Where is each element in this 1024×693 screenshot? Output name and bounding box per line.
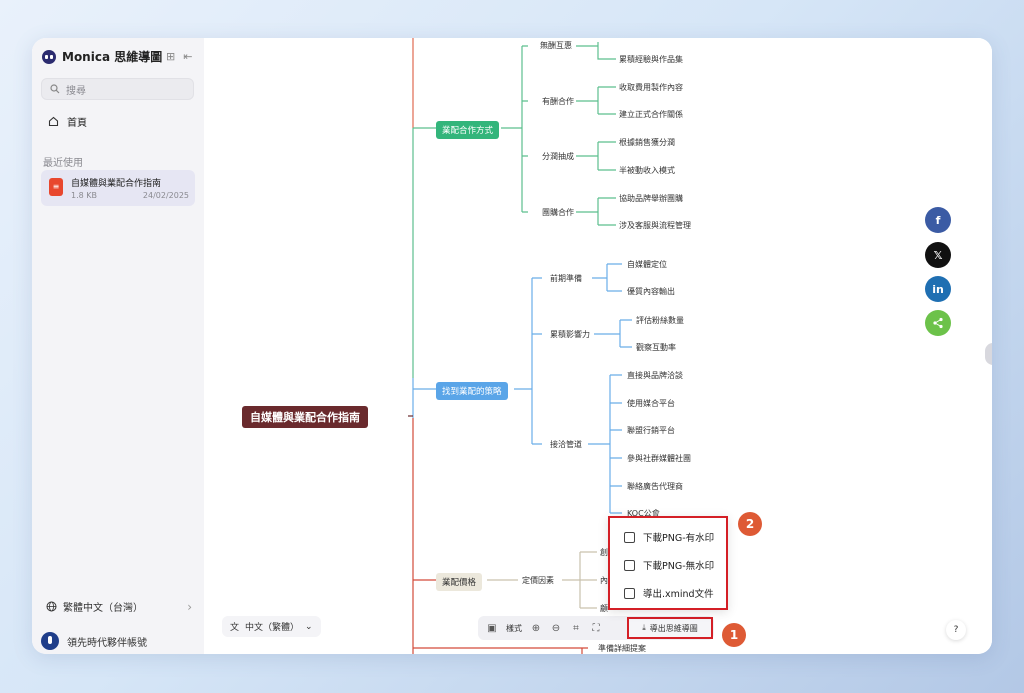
zoom-in-icon[interactable]: ⊕ (530, 622, 542, 634)
panel-handle[interactable] (985, 343, 992, 365)
annotation-badge-2: 2 (738, 512, 762, 536)
export-menu: 下載PNG-有水印 下載PNG-無水印 導出.xmind文件 (608, 516, 728, 610)
strategy-leaf-node[interactable]: 觀察互動率 (636, 342, 676, 353)
coop-leaf-node[interactable]: 根據銷售獲分潤 (619, 137, 675, 148)
strategy-sub-node[interactable]: 前期準備 (550, 273, 582, 284)
menu-item-label: 下載PNG-無水印 (643, 561, 715, 572)
price-leaf-node[interactable]: 創 (600, 547, 608, 558)
branch-coop-node[interactable]: 業配合作方式 (436, 121, 500, 139)
coop-sub-node[interactable]: 分潤抽成 (542, 151, 574, 162)
menu-item-label: 下載PNG-有水印 (643, 533, 715, 544)
mindmap-connectors (408, 38, 632, 654)
export-button-label: 導出思維導圖 (649, 623, 698, 633)
facebook-share-icon[interactable]: f (925, 207, 951, 233)
price-next-node[interactable]: 準備詳細提案 (598, 643, 646, 654)
coop-leaf-node[interactable]: 建立正式合作關係 (619, 109, 683, 120)
price-leaf-node[interactable]: 內 (600, 575, 608, 586)
fullscreen-icon[interactable]: ⛶ (590, 622, 602, 634)
image-icon (624, 559, 635, 571)
style-button[interactable]: 樣式 (506, 623, 522, 634)
share-nodes-icon (933, 317, 943, 329)
branch-price-node[interactable]: 業配價格 (436, 573, 483, 591)
export-mindmap-button[interactable]: ⤓ 導出思維導圖 (627, 617, 713, 639)
price-sub-node[interactable]: 定價因素 (522, 575, 554, 586)
strategy-leaf-node[interactable]: 自媒體定位 (627, 259, 667, 270)
branch-strategy-node[interactable]: 找到業配的策略 (436, 382, 508, 400)
menu-item-xmind[interactable]: 導出.xmind文件 (624, 586, 714, 600)
download-icon: ⤓ (642, 623, 646, 632)
mindmap-language-select[interactable]: 文 中文（繁體） ⌄ (222, 616, 321, 637)
chevron-down-icon: ⌄ (305, 621, 313, 632)
style-icon[interactable]: ▣ (486, 622, 498, 634)
strategy-leaf-node[interactable]: 參與社群媒體社團 (627, 453, 691, 464)
coop-sub-node[interactable]: 有酬合作 (542, 96, 574, 107)
fit-view-icon[interactable]: ⌗ (570, 622, 582, 634)
price-leaf-node[interactable]: 顧 (600, 603, 608, 614)
strategy-leaf-node[interactable]: 聯盟行銷平台 (627, 425, 675, 436)
image-icon (624, 531, 635, 543)
coop-leaf-node[interactable]: 累積經驗與作品集 (619, 54, 683, 65)
menu-item-png-watermark[interactable]: 下載PNG-有水印 (624, 530, 714, 544)
linkedin-share-icon[interactable]: in (925, 276, 951, 302)
strategy-leaf-node[interactable]: 直接與品牌洽談 (627, 370, 683, 381)
coop-sub-node[interactable]: 無酬互惠 (540, 40, 572, 51)
coop-leaf-node[interactable]: 收取費用製作內容 (619, 82, 683, 93)
mindmap-root-node[interactable]: 自媒體與業配合作指南 (242, 406, 368, 428)
menu-item-png-no-watermark[interactable]: 下載PNG-無水印 (624, 558, 714, 572)
coop-leaf-node[interactable]: 半被動收入模式 (619, 165, 675, 176)
x-share-icon[interactable]: 𝕏 (925, 242, 951, 268)
coop-sub-node[interactable]: 團購合作 (542, 207, 574, 218)
app-window: Monica 思維導圖 ⊞ ⇤ 搜尋 首頁 最近使用 ≡ 自媒體與業配合作指南 … (32, 38, 992, 654)
strategy-sub-node[interactable]: 接洽管道 (550, 439, 582, 450)
strategy-leaf-node[interactable]: 評估粉絲數量 (636, 315, 684, 326)
menu-item-label: 導出.xmind文件 (643, 589, 714, 600)
share-icon[interactable] (925, 310, 951, 336)
annotation-badge-1: 1 (722, 623, 746, 647)
translate-icon: 文 (230, 623, 240, 633)
strategy-sub-node[interactable]: 累積影響力 (550, 329, 590, 340)
zoom-out-icon[interactable]: ⊖ (550, 622, 562, 634)
strategy-leaf-node[interactable]: 使用媒合平台 (627, 398, 675, 409)
mindmap-language-label: 中文（繁體） (245, 623, 300, 633)
xmind-file-icon (624, 587, 635, 599)
strategy-leaf-node[interactable]: 優質內容輸出 (627, 286, 675, 297)
coop-leaf-node[interactable]: 協助品牌舉辦團購 (619, 193, 683, 204)
coop-leaf-node[interactable]: 涉及客服與流程管理 (619, 220, 691, 231)
strategy-leaf-node[interactable]: 聯絡廣告代理商 (627, 481, 683, 492)
help-button[interactable]: ? (946, 620, 966, 640)
